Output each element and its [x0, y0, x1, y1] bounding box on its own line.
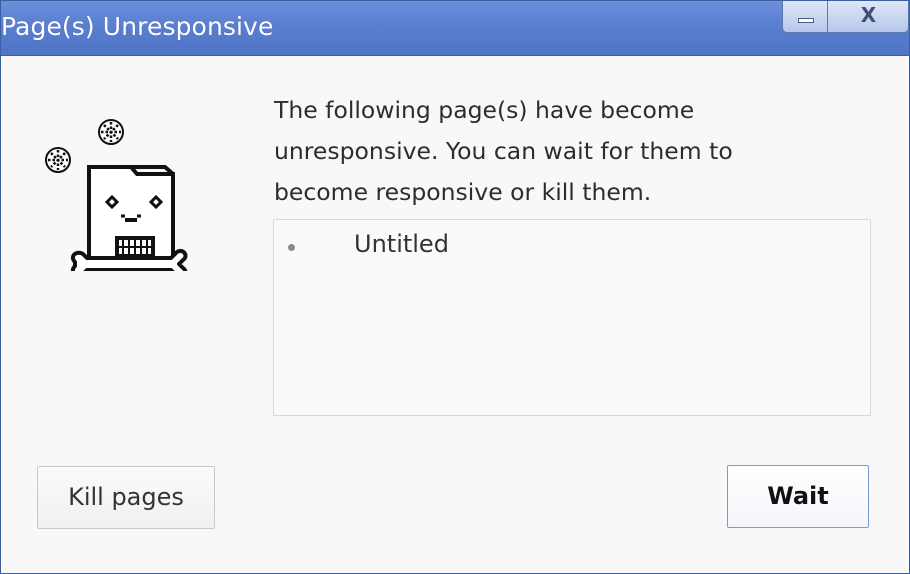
dialog-content: The following page(s) have become unresp… [1, 56, 909, 573]
minimize-icon [798, 18, 814, 23]
dialog-message: The following page(s) have become unresp… [274, 96, 733, 206]
snowflake-icon [98, 119, 124, 145]
title-bar[interactable]: Page(s) Unresponsive X [1, 1, 909, 56]
close-icon: X [860, 3, 877, 27]
window-controls: X [782, 1, 909, 35]
frozen-page-icon [45, 119, 188, 271]
minimize-button[interactable] [782, 1, 828, 33]
dialog-window: Page(s) Unresponsive X The following pag… [0, 0, 910, 574]
window-title: Page(s) Unresponsive [1, 12, 274, 41]
page-title: Untitled [354, 230, 449, 258]
kill-pages-button[interactable]: Kill pages [37, 466, 215, 529]
close-button[interactable]: X [828, 1, 909, 33]
bullet-icon [288, 244, 295, 251]
unresponsive-pages-list[interactable]: Untitled [273, 219, 871, 416]
list-item[interactable]: Untitled [274, 220, 870, 274]
snowflake-icon [45, 147, 71, 173]
wait-button[interactable]: Wait [727, 465, 869, 528]
